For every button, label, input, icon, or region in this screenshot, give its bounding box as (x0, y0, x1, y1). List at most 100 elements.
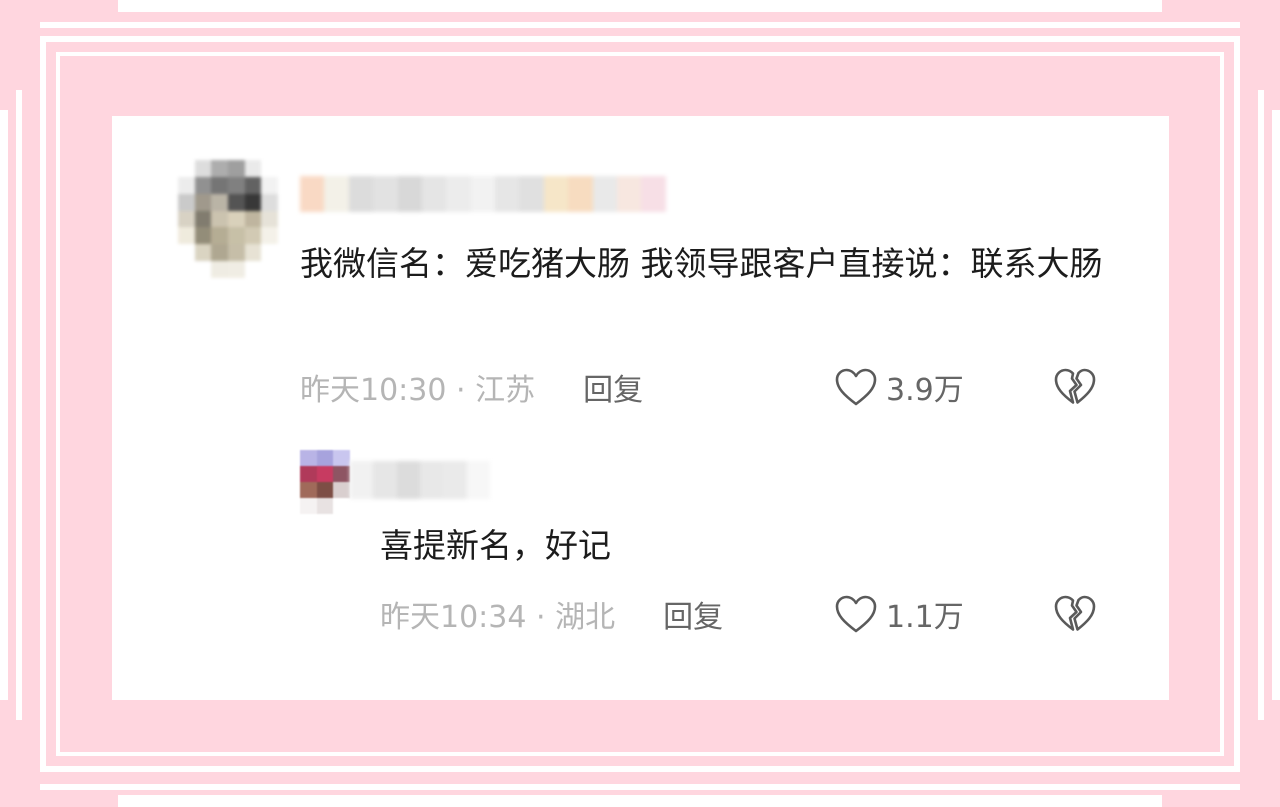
mosaic-pixel (244, 210, 262, 228)
mosaic-pixel (178, 227, 195, 245)
mosaic-pixel (316, 482, 334, 498)
reply-like-count: 1.1万 (886, 600, 964, 635)
comment-meta: 昨天10:30 · 江苏 回复 (300, 362, 643, 412)
mosaic-pixel (178, 193, 195, 211)
mosaic-pixel (261, 210, 278, 228)
mosaic-pixel (194, 176, 212, 194)
mosaic-pixel (300, 450, 317, 466)
reply-timestamp-location: 昨天10:34 · 湖北 (380, 600, 616, 635)
mosaic-pixel (227, 160, 245, 177)
mosaic-pixel (261, 261, 278, 278)
mosaic-pixel (466, 461, 490, 499)
mosaic-pixel (211, 210, 228, 228)
mosaic-pixel (616, 176, 642, 212)
mosaic-pixel (178, 160, 195, 177)
mosaic-pixel (227, 244, 245, 262)
mosaic-pixel (665, 176, 690, 212)
mosaic-pixel (261, 244, 278, 262)
frame-stripe (0, 110, 8, 700)
heart-outline-icon (835, 595, 877, 633)
mosaic-pixel (194, 160, 212, 177)
mosaic-pixel (397, 176, 422, 212)
mosaic-pixel (373, 461, 397, 499)
mosaic-pixel (194, 227, 212, 245)
mosaic-pixel (300, 482, 317, 498)
mosaic-pixel (261, 176, 278, 194)
mosaic-pixel (227, 193, 245, 211)
reply-username-blurred[interactable] (350, 461, 490, 499)
mosaic-pixel (333, 450, 350, 466)
mosaic-pixel (244, 176, 262, 194)
username-blurred[interactable] (300, 176, 690, 212)
comment-text: 我微信名：爱吃猪大肠 我领导跟客户直接说：联系大肠 (300, 244, 1103, 283)
comment-card: 我微信名：爱吃猪大肠 我领导跟客户直接说：联系大肠 昨天10:30 · 江苏 回… (112, 116, 1169, 700)
timestamp-location: 昨天10:30 · 江苏 (300, 373, 536, 408)
mosaic-pixel (261, 193, 278, 211)
reply-avatar[interactable] (300, 450, 350, 514)
mosaic-pixel (178, 261, 195, 278)
like-button[interactable]: 3.9万 (834, 362, 964, 412)
mosaic-pixel (316, 450, 334, 466)
mosaic-pixel (211, 176, 228, 194)
mosaic-pixel (316, 498, 334, 514)
mosaic-pixel (592, 176, 617, 212)
mosaic-pixel (194, 210, 212, 228)
mosaic-pixel (261, 227, 278, 245)
mosaic-pixel (316, 466, 334, 482)
frame-stripe (118, 0, 1162, 12)
mosaic-pixel (227, 227, 245, 245)
mosaic-pixel (194, 261, 212, 278)
mosaic-pixel (211, 160, 228, 177)
mosaic-pixel (324, 176, 349, 212)
mosaic-pixel (211, 227, 228, 245)
mosaic-pixel (178, 210, 195, 228)
mosaic-pixel (300, 176, 325, 212)
mosaic-pixel (244, 261, 262, 278)
mosaic-pixel (419, 461, 444, 499)
heart-outline-icon (835, 368, 877, 406)
reply-meta: 昨天10:34 · 湖北 回复 (380, 589, 723, 639)
mosaic-pixel (543, 176, 569, 212)
mosaic-pixel (211, 244, 228, 262)
mosaic-pixel (178, 176, 195, 194)
mosaic-pixel (470, 176, 495, 212)
mosaic-pixel (194, 193, 212, 211)
mosaic-pixel (421, 176, 447, 212)
mosaic-pixel (244, 227, 262, 245)
dislike-button[interactable] (1050, 362, 1100, 412)
mosaic-pixel (373, 176, 398, 212)
mosaic-pixel (244, 244, 262, 262)
mosaic-pixel (396, 461, 420, 499)
avatar[interactable] (178, 160, 278, 278)
reply-text: 喜提新名，好记 (380, 526, 611, 565)
mosaic-pixel (350, 461, 374, 499)
frame-stripe (118, 795, 1162, 807)
reply-button[interactable]: 回复 (583, 365, 643, 409)
frame-stripe (40, 784, 1240, 790)
page-background: 我微信名：爱吃猪大肠 我领导跟客户直接说：联系大肠 昨天10:30 · 江苏 回… (0, 0, 1280, 807)
frame-stripe (1258, 90, 1264, 720)
reply-dislike-button[interactable] (1050, 589, 1100, 639)
mosaic-pixel (261, 160, 278, 177)
mosaic-pixel (300, 466, 317, 482)
mosaic-pixel (519, 176, 544, 212)
mosaic-pixel (227, 210, 245, 228)
mosaic-pixel (568, 176, 593, 212)
frame-stripe (16, 90, 22, 720)
mosaic-pixel (300, 498, 317, 514)
broken-heart-icon (1054, 368, 1096, 404)
mosaic-pixel (211, 261, 228, 278)
mosaic-pixel (227, 176, 245, 194)
mosaic-pixel (333, 466, 350, 482)
mosaic-pixel (194, 244, 212, 262)
mosaic-pixel (641, 176, 666, 212)
frame-stripe (1272, 110, 1280, 700)
mosaic-pixel (244, 193, 262, 211)
reply-reply-button[interactable]: 回复 (663, 592, 723, 636)
reply-like-button[interactable]: 1.1万 (834, 589, 964, 639)
mosaic-pixel (244, 160, 262, 177)
mosaic-pixel (443, 461, 467, 499)
mosaic-pixel (446, 176, 471, 212)
like-count: 3.9万 (886, 373, 964, 408)
mosaic-pixel (495, 176, 520, 212)
